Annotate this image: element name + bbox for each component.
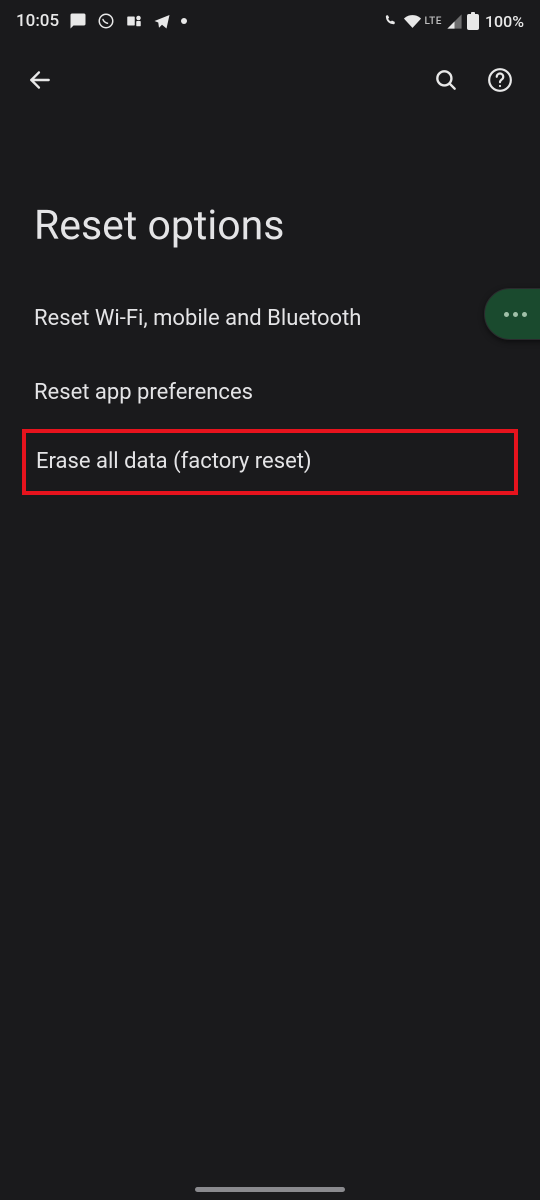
wifi-calling-icon (384, 13, 400, 29)
more-horizontal-icon (504, 312, 527, 317)
option-reset-app-prefs[interactable]: Reset app preferences (0, 356, 540, 430)
option-label: Reset Wi-Fi, mobile and Bluetooth (34, 306, 361, 331)
arrow-back-icon (27, 67, 53, 97)
navigation-handle[interactable] (195, 1187, 345, 1192)
status-bar: 10:05 LTE 100% (0, 0, 540, 38)
help-button[interactable] (480, 62, 520, 102)
status-right: LTE 100% (384, 12, 525, 31)
network-type-label: LTE (425, 16, 442, 27)
page-title: Reset options (0, 112, 540, 282)
battery-percentage: 100% (485, 12, 524, 31)
help-icon (487, 67, 513, 97)
wifi-icon (404, 13, 421, 30)
telegram-icon (153, 12, 171, 30)
option-factory-reset[interactable]: Erase all data (factory reset) (22, 429, 518, 495)
search-icon (433, 67, 459, 97)
signal-icon (446, 13, 463, 30)
more-notifications-icon (181, 18, 187, 24)
battery-icon (467, 12, 479, 30)
option-reset-network[interactable]: Reset Wi-Fi, mobile and Bluetooth (0, 282, 540, 356)
status-time: 10:05 (16, 11, 59, 31)
whatsapp-icon (97, 12, 115, 30)
back-button[interactable] (20, 62, 60, 102)
option-label: Reset app preferences (34, 380, 253, 405)
teams-icon (125, 12, 143, 30)
status-left: 10:05 (16, 11, 187, 31)
overflow-fab[interactable] (484, 288, 540, 340)
option-label: Erase all data (factory reset) (36, 449, 312, 474)
app-bar (0, 38, 540, 112)
chat-icon (69, 12, 87, 30)
search-button[interactable] (426, 62, 466, 102)
